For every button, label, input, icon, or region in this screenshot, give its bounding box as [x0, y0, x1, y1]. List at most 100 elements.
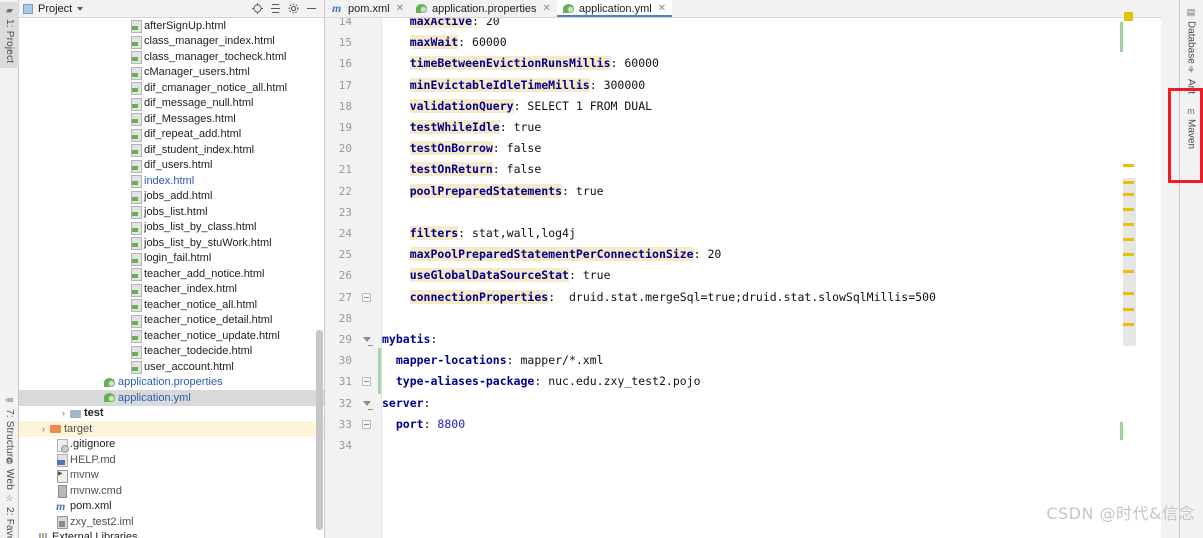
fold-expanded-icon[interactable]	[363, 337, 373, 346]
yaml-key: mybatis	[382, 332, 431, 346]
tree-node-jobs-list-by-stuwork-html[interactable]: jobs_list_by_stuWork.html	[19, 235, 324, 251]
marker-warning[interactable]	[1124, 12, 1133, 21]
tree-node-pom-xml[interactable]: pom.xml	[19, 499, 324, 515]
tree-node-jobs-list-by-class-html[interactable]: jobs_list_by_class.html	[19, 220, 324, 236]
tree-node-mvnw[interactable]: mvnw	[19, 468, 324, 484]
yml-file-icon	[562, 2, 575, 15]
tree-node-aftersignup-html[interactable]: afterSignUp.html	[19, 18, 324, 34]
tree-node-label: teacher_notice_update.html	[144, 329, 280, 342]
tree-node-zxy-test2-iml[interactable]: zxy_test2.iml	[19, 514, 324, 530]
code-line-text: mybatis:	[382, 332, 438, 346]
code-line-text: poolPreparedStatements: true	[409, 183, 604, 198]
tree-node-application-yml[interactable]: application.yml	[19, 390, 324, 406]
marker-warning[interactable]	[1123, 238, 1134, 241]
fold-end-icon[interactable]	[362, 292, 371, 302]
editor-scrollbar-thumb[interactable]	[1123, 178, 1136, 346]
tree-node-class-manager-index-html[interactable]: class_manager_index.html	[19, 34, 324, 50]
yaml-key: connectionProperties	[409, 289, 549, 304]
project-panel-scrollbar[interactable]	[316, 330, 323, 530]
tree-node-teacher-notice-update-html[interactable]: teacher_notice_update.html	[19, 328, 324, 344]
tree-node-mvnw-cmd[interactable]: mvnw.cmd	[19, 483, 324, 499]
yaml-key: testOnReturn	[409, 162, 493, 177]
marker-warning[interactable]	[1123, 308, 1134, 311]
tree-node-dif-message-null-html[interactable]: dif_message_null.html	[19, 96, 324, 112]
tool-window-button-ant[interactable]: ⚘ Ant	[1179, 62, 1203, 102]
tool-window-button-maven[interactable]: m Maven	[1179, 103, 1203, 161]
expand-arrow-icon[interactable]: ›	[38, 424, 49, 434]
editor-tab-application-properties[interactable]: application.properties ✕	[409, 0, 557, 17]
editor-tab-application-yml[interactable]: application.yml ✕	[556, 0, 673, 17]
marker-warning[interactable]	[1123, 253, 1134, 256]
marker-warning[interactable]	[1123, 193, 1134, 196]
tree-node--gitignore[interactable]: .gitignore	[19, 437, 324, 453]
close-icon[interactable]: ✕	[658, 3, 666, 14]
close-icon[interactable]: ✕	[396, 3, 404, 14]
tree-node-jobs-list-html[interactable]: jobs_list.html	[19, 204, 324, 220]
tree-node-target[interactable]: › target	[19, 421, 324, 437]
tree-node-label: teacher_todecide.html	[144, 345, 253, 358]
code-line-text: timeBetweenEvictionRunsMillis: 60000	[409, 56, 659, 71]
project-file-tree[interactable]: afterSignUp.html class_manager_index.html…	[19, 18, 324, 538]
tool-window-button-project[interactable]: ▰ 1: Project	[0, 2, 19, 68]
marker-warning[interactable]	[1123, 223, 1134, 226]
fold-end-icon[interactable]	[362, 419, 371, 429]
marker-warning[interactable]	[1123, 323, 1134, 326]
code-editor[interactable]: 14 maxActive: 20 15 maxWait: 60000 16 time…	[326, 18, 1161, 538]
marker-warning[interactable]	[1123, 270, 1134, 273]
project-tool-window: Project afterSignUp.html class_manager_i…	[19, 0, 325, 538]
yaml-key: useGlobalDataSourceStat	[409, 268, 569, 283]
code-line: 28	[326, 308, 1161, 329]
yaml-key: poolPreparedStatements	[409, 183, 563, 198]
tree-node-dif-repeat-add-html[interactable]: dif_repeat_add.html	[19, 127, 324, 143]
tree-node-dif-users-html[interactable]: dif_users.html	[19, 158, 324, 174]
editor-marker-bar[interactable]	[1119, 12, 1137, 538]
html-file-icon	[129, 112, 142, 127]
marker-warning[interactable]	[1123, 292, 1134, 295]
tree-node-test[interactable]: › test	[19, 406, 324, 422]
editor-tab-label: application.properties	[431, 2, 537, 15]
tool-window-button-web[interactable]: ◍ Web	[0, 452, 19, 490]
editor-tab-bar: pom.xml ✕ application.properties ✕ appli…	[326, 0, 1161, 18]
close-icon[interactable]: ✕	[543, 3, 551, 14]
line-number: 31	[338, 375, 352, 389]
marker-warning[interactable]	[1123, 164, 1134, 167]
fold-expanded-icon[interactable]	[363, 400, 373, 410]
code-line-text: filters: stat,wall,log4j	[409, 226, 576, 240]
yaml-value: 60000	[624, 56, 659, 71]
tool-window-button-database[interactable]: ▤ Database	[1179, 4, 1203, 64]
tree-node-login-fail-html[interactable]: login_fail.html	[19, 251, 324, 267]
locate-target-icon[interactable]	[252, 3, 263, 14]
tree-node-index-html[interactable]: index.html	[19, 173, 324, 189]
tree-node-label: class_manager_tocheck.html	[144, 50, 287, 63]
collapse-all-icon[interactable]	[270, 3, 281, 14]
tree-node-dif-messages-html[interactable]: dif_Messages.html	[19, 111, 324, 127]
minimize-icon[interactable]	[306, 3, 317, 14]
tree-node-teacher-notice-all-html[interactable]: teacher_notice_all.html	[19, 297, 324, 313]
tree-node-teacher-todecide-html[interactable]: teacher_todecide.html	[19, 344, 324, 360]
expand-arrow-icon[interactable]: ›	[58, 408, 69, 418]
marker-warning[interactable]	[1123, 181, 1134, 184]
tool-window-label: Web	[4, 469, 15, 490]
chevron-down-icon[interactable]	[77, 6, 84, 11]
tree-node-class-manager-tocheck-html[interactable]: class_manager_tocheck.html	[19, 49, 324, 65]
watermark: CSDN @时代&信念	[1046, 504, 1195, 523]
editor-tab-pom-xml[interactable]: pom.xml ✕	[326, 0, 410, 17]
html-file-icon	[129, 205, 142, 220]
tree-node-teacher-add-notice-html[interactable]: teacher_add_notice.html	[19, 266, 324, 282]
tree-node-teacher-notice-detail-html[interactable]: teacher_notice_detail.html	[19, 313, 324, 329]
tree-node-user-account-html[interactable]: user_account.html	[19, 359, 324, 375]
tree-node-application-properties[interactable]: application.properties	[19, 375, 324, 391]
tree-node-dif-student-index-html[interactable]: dif_student_index.html	[19, 142, 324, 158]
marker-warning[interactable]	[1123, 208, 1134, 211]
tree-node-teacher-index-html[interactable]: teacher_index.html	[19, 282, 324, 298]
tool-window-button-favorites[interactable]: ☆ 2: Favorites	[0, 490, 19, 538]
tree-node-help-md[interactable]: HELP.md	[19, 452, 324, 468]
line-number: 28	[338, 311, 352, 325]
tree-node-jobs-add-html[interactable]: jobs_add.html	[19, 189, 324, 205]
tree-node-cmanager-users-html[interactable]: cManager_users.html	[19, 65, 324, 81]
gear-icon[interactable]	[288, 3, 299, 14]
tree-node-dif-cmanager-notice-all-html[interactable]: dif_cmanager_notice_all.html	[19, 80, 324, 96]
tree-node-external-libraries[interactable]: External Libraries	[19, 530, 324, 538]
fold-end-icon[interactable]	[362, 377, 371, 387]
yaml-value: false	[506, 162, 542, 177]
